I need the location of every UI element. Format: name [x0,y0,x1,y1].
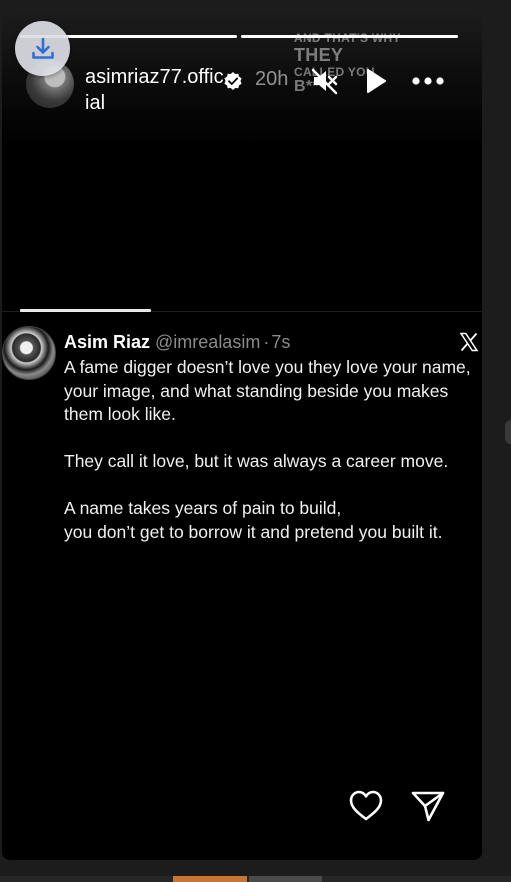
overlay-line: AND THAT'S WHY [294,31,401,45]
tweet-avatar [2,326,56,380]
story-timestamp: 20h [255,68,289,90]
tweet-time: 7s [271,332,291,352]
play-icon[interactable] [360,66,390,96]
tweet-tab-underline [20,309,151,312]
speaker-muted-icon[interactable] [310,66,340,96]
tweet-card: Asim Riaz @imrealasim · 7s A fame digger do… [2,309,482,622]
story-frame[interactable]: asimriaz77.official 20h AND THAT'S WHY T… [2,8,482,860]
story-tray [0,876,511,882]
username-link[interactable]: asimriaz77.official [85,64,225,116]
tweet-body: A fame digger doesn’t love you they love… [64,356,476,544]
verified-badge-icon [224,72,242,90]
tweet-author-handle: @imrealasim [155,332,261,352]
download-icon [31,37,54,59]
heart-icon[interactable] [348,788,384,824]
more-horizontal-icon[interactable] [410,66,446,96]
story-thumbnail[interactable] [249,876,322,882]
story-viewer: asimriaz77.official 20h AND THAT'S WHY T… [0,0,511,882]
tweet-separator: · [263,332,270,352]
tweet-author-row: Asim Riaz @imrealasim · 7s [64,332,290,353]
tweet-paragraph: A name takes years of pain to build, you… [64,498,443,542]
story-thumbnail[interactable] [173,876,247,882]
x-logo-icon [459,332,479,352]
tweet-paragraph: They call it love, but it was always a c… [64,451,449,471]
tweet-author-name: Asim Riaz [64,332,151,352]
story-header: asimriaz77.official 20h AND THAT'S WHY T… [26,32,462,114]
next-story-handle[interactable] [505,420,511,444]
download-button[interactable] [15,21,70,76]
overlay-line: THEY [294,45,344,65]
tweet-paragraph: A fame digger doesn’t love you they love… [64,357,471,424]
send-icon[interactable] [410,788,446,824]
